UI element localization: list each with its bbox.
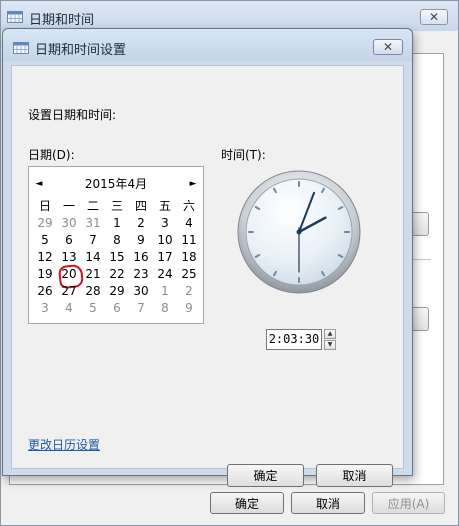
calendar-day[interactable]: 28	[81, 283, 105, 300]
calendar-day[interactable]: 3	[153, 215, 177, 232]
calendar-day[interactable]: 19	[33, 266, 57, 283]
dialog-cancel-button[interactable]: 取消	[316, 464, 393, 487]
analog-clock	[237, 170, 361, 294]
calendar-day[interactable]: 18	[177, 249, 201, 266]
calendar-day[interactable]: 8	[105, 232, 129, 249]
time-spin-down-button[interactable]: ▼	[324, 340, 336, 350]
outer-divider	[413, 259, 431, 260]
date-label: 日期(D):	[28, 148, 75, 162]
calendar-day[interactable]: 30	[57, 215, 81, 232]
outer-hidden-button-1[interactable]	[411, 212, 429, 236]
close-icon: ✕	[382, 40, 394, 54]
weekday-header: 三	[110, 199, 123, 213]
weekday-header: 四	[134, 199, 147, 213]
calendar-day[interactable]: 6	[57, 232, 81, 249]
calendar-day[interactable]: 21	[81, 266, 105, 283]
outer-ok-button[interactable]: 确定	[210, 492, 284, 514]
dialog-ok-button[interactable]: 确定	[227, 464, 304, 487]
calendar-day[interactable]: 7	[81, 232, 105, 249]
outer-window-title: 日期和时间	[29, 13, 95, 28]
calendar-day[interactable]: 1	[105, 215, 129, 232]
dialog-ok-label: 确定	[253, 469, 278, 483]
outer-title-bar[interactable]: 日期和时间 ✕	[1, 1, 458, 31]
arrow-up-icon: ▲	[327, 330, 333, 337]
calendar-day-selected[interactable]: 20	[57, 266, 81, 283]
settings-heading: 设置日期和时间:	[28, 108, 117, 122]
weekday-header: 五	[158, 199, 171, 213]
calendar-header: ◄ 2015年4月 ►	[29, 175, 203, 193]
calendar-day[interactable]: 23	[129, 266, 153, 283]
weekday-header: 二	[86, 199, 99, 213]
previous-month-icon[interactable]: ◄	[34, 178, 44, 190]
calendar-day[interactable]: 8	[153, 300, 177, 317]
calendar-day[interactable]: 7	[129, 300, 153, 317]
calendar-day[interactable]: 29	[105, 283, 129, 300]
calendar-day[interactable]: 22	[105, 266, 129, 283]
month-calendar[interactable]: ◄ 2015年4月 ► 日一二三四五六 29 30 31 1 2 3 4 5 6 7 8 9 10 11 12…	[28, 166, 204, 324]
calendar-day[interactable]: 25	[177, 266, 201, 283]
time-spin-up-button[interactable]: ▲	[324, 329, 336, 339]
calendar-day[interactable]: 26	[33, 283, 57, 300]
calendar-day[interactable]: 3	[33, 300, 57, 317]
outer-close-button[interactable]: ✕	[420, 9, 448, 25]
calendar-day[interactable]: 17	[153, 249, 177, 266]
outer-cancel-button[interactable]: 取消	[291, 492, 365, 514]
calendar-day[interactable]: 15	[105, 249, 129, 266]
calendar-day[interactable]: 6	[105, 300, 129, 317]
dialog-title: 日期和时间设置	[35, 43, 127, 58]
clock-center-pin	[296, 229, 302, 235]
dialog-close-button[interactable]: ✕	[373, 39, 403, 55]
outer-apply-label: 应用(A)	[387, 496, 430, 511]
calendar-day[interactable]: 29	[33, 215, 57, 232]
calendar-day[interactable]: 12	[33, 249, 57, 266]
calendar-day[interactable]: 9	[129, 232, 153, 249]
dialog-cancel-label: 取消	[342, 469, 367, 483]
calendar-month-title[interactable]: 2015年4月	[59, 175, 173, 192]
dialog-title-bar[interactable]: 日期和时间设置 ✕	[3, 29, 412, 61]
calendar-day[interactable]: 14	[81, 249, 105, 266]
next-month-icon[interactable]: ►	[188, 178, 198, 190]
arrow-down-icon: ▼	[327, 341, 333, 348]
calendar-day[interactable]: 30	[129, 283, 153, 300]
calendar-day[interactable]: 4	[177, 215, 201, 232]
dialog-body: 设置日期和时间: 日期(D): 时间(T): ◄ 2015年4月 ► 日一二三四…	[11, 65, 404, 487]
calendar-day[interactable]: 24	[153, 266, 177, 283]
outer-ok-label: 确定	[234, 496, 259, 511]
calendar-day[interactable]: 31	[81, 215, 105, 232]
weekday-header: 一	[62, 199, 75, 213]
calendar-day[interactable]: 2	[129, 215, 153, 232]
calendar-icon	[7, 11, 23, 23]
outer-cancel-label: 取消	[315, 496, 340, 511]
calendar-day[interactable]: 13	[57, 249, 81, 266]
calendar-day[interactable]: 1	[153, 283, 177, 300]
time-label: 时间(T):	[221, 148, 266, 162]
weekday-header: 六	[182, 199, 195, 213]
calendar-icon	[13, 42, 29, 54]
calendar-day[interactable]: 27	[57, 283, 81, 300]
time-input[interactable]: 2:03:30	[266, 329, 322, 350]
calendar-grid: 日一二三四五六 29 30 31 1 2 3 4 5 6 7 8 9 10 11 12 13 14 15 16 17 18…	[33, 198, 201, 317]
calendar-day[interactable]: 16	[129, 249, 153, 266]
date-time-settings-dialog: 日期和时间设置 ✕ 设置日期和时间: 日期(D): 时间(T): ◄ 2015年…	[2, 28, 413, 487]
calendar-day[interactable]: 11	[177, 232, 201, 249]
calendar-day[interactable]: 5	[81, 300, 105, 317]
calendar-day[interactable]: 10	[153, 232, 177, 249]
calendar-day[interactable]: 4	[57, 300, 81, 317]
calendar-day[interactable]: 9	[177, 300, 201, 317]
change-calendar-settings-link[interactable]: 更改日历设置	[28, 436, 100, 453]
calendar-day[interactable]: 5	[33, 232, 57, 249]
close-icon: ✕	[428, 10, 440, 24]
outer-apply-button[interactable]: 应用(A)	[372, 492, 445, 514]
weekday-header: 日	[38, 199, 51, 213]
calendar-day[interactable]: 2	[177, 283, 201, 300]
outer-hidden-button-2[interactable]	[411, 307, 429, 331]
